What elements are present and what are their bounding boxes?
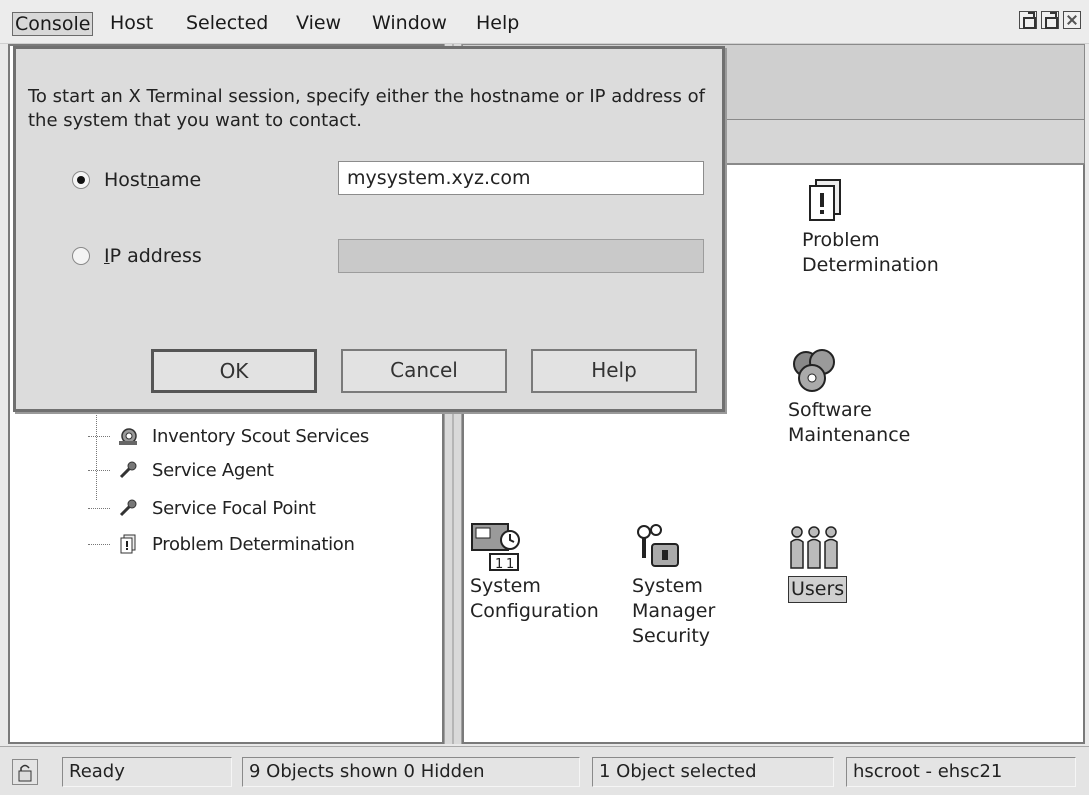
task-label: Problem Determination — [802, 229, 939, 276]
lock-icon — [12, 759, 38, 785]
tree-item-label: Problem Determination — [152, 533, 355, 555]
menu-host[interactable]: Host — [108, 12, 155, 36]
problem-determination-icon — [116, 532, 140, 556]
hostname-label: Hostname — [104, 169, 202, 191]
window-controls — [1019, 11, 1081, 33]
task-software-maintenance[interactable]: Software Maintenance — [788, 346, 910, 448]
ip-address-field[interactable] — [338, 239, 704, 273]
close-icon[interactable] — [1063, 11, 1081, 29]
objects-count: 9 Objects shown 0 Hidden — [242, 757, 580, 787]
tree-item-label: Service Focal Point — [152, 497, 316, 519]
tree-item-inventory-scout-services[interactable]: Inventory Scout Services — [88, 422, 369, 450]
tree-item-service-focal-point[interactable]: Service Focal Point — [88, 494, 316, 522]
user-info: hscroot - ehsc21 — [846, 757, 1076, 787]
ip-address-label: IP address — [104, 245, 202, 267]
svg-text:1: 1 — [495, 557, 503, 572]
svg-text:1: 1 — [506, 557, 514, 572]
tree-item-label: Inventory Scout Services — [152, 425, 369, 447]
task-system-manager-security[interactable]: System Manager Security — [632, 522, 715, 649]
task-label: System Configuration — [470, 575, 599, 622]
software-maintenance-icon — [788, 346, 836, 394]
x-terminal-dialog: To start an X Terminal session, specify … — [13, 46, 725, 412]
inventory-scout-icon — [116, 424, 140, 448]
menu-console[interactable]: Console — [12, 12, 94, 36]
task-label: Software Maintenance — [788, 399, 911, 446]
tree-item-label: Service Agent — [152, 459, 274, 481]
task-problem-determination[interactable]: Problem Determination — [802, 176, 939, 278]
tree-item-service-agent[interactable]: Service Agent — [88, 456, 274, 484]
wrench-icon — [116, 496, 140, 520]
menu-window[interactable]: Window — [370, 12, 449, 36]
ip-address-radio[interactable] — [72, 247, 90, 265]
maximize-icon[interactable] — [1041, 11, 1059, 29]
restore-icon[interactable] — [1019, 11, 1037, 29]
task-system-configuration[interactable]: 11 System Configuration — [470, 522, 599, 624]
system-configuration-icon: 11 — [470, 522, 520, 572]
status-bar: Ready 9 Objects shown 0 Hidden 1 Object … — [0, 746, 1089, 795]
task-users[interactable]: Users — [788, 524, 848, 603]
hostname-field[interactable] — [338, 161, 704, 195]
hostname-radio[interactable] — [72, 171, 90, 189]
wrench-icon — [116, 458, 140, 482]
cancel-button[interactable]: Cancel — [341, 349, 507, 393]
problem-determination-icon — [802, 176, 850, 224]
status-text: Ready — [62, 757, 232, 787]
task-label: Users — [788, 576, 848, 603]
menu-view[interactable]: View — [294, 12, 343, 36]
task-label: System Manager Security — [632, 575, 716, 647]
menu-help[interactable]: Help — [474, 12, 521, 36]
security-keys-icon — [632, 522, 680, 570]
help-button[interactable]: Help — [531, 349, 697, 393]
ok-button[interactable]: OK — [151, 349, 317, 393]
users-icon — [788, 524, 838, 572]
selection-count: 1 Object selected — [592, 757, 834, 787]
menu-selected[interactable]: Selected — [184, 12, 270, 36]
menu-bar: Console Host Selected View Window Help — [0, 0, 1089, 44]
tree-item-problem-determination[interactable]: Problem Determination — [88, 530, 355, 558]
dialog-message: To start an X Terminal session, specify … — [28, 86, 705, 131]
